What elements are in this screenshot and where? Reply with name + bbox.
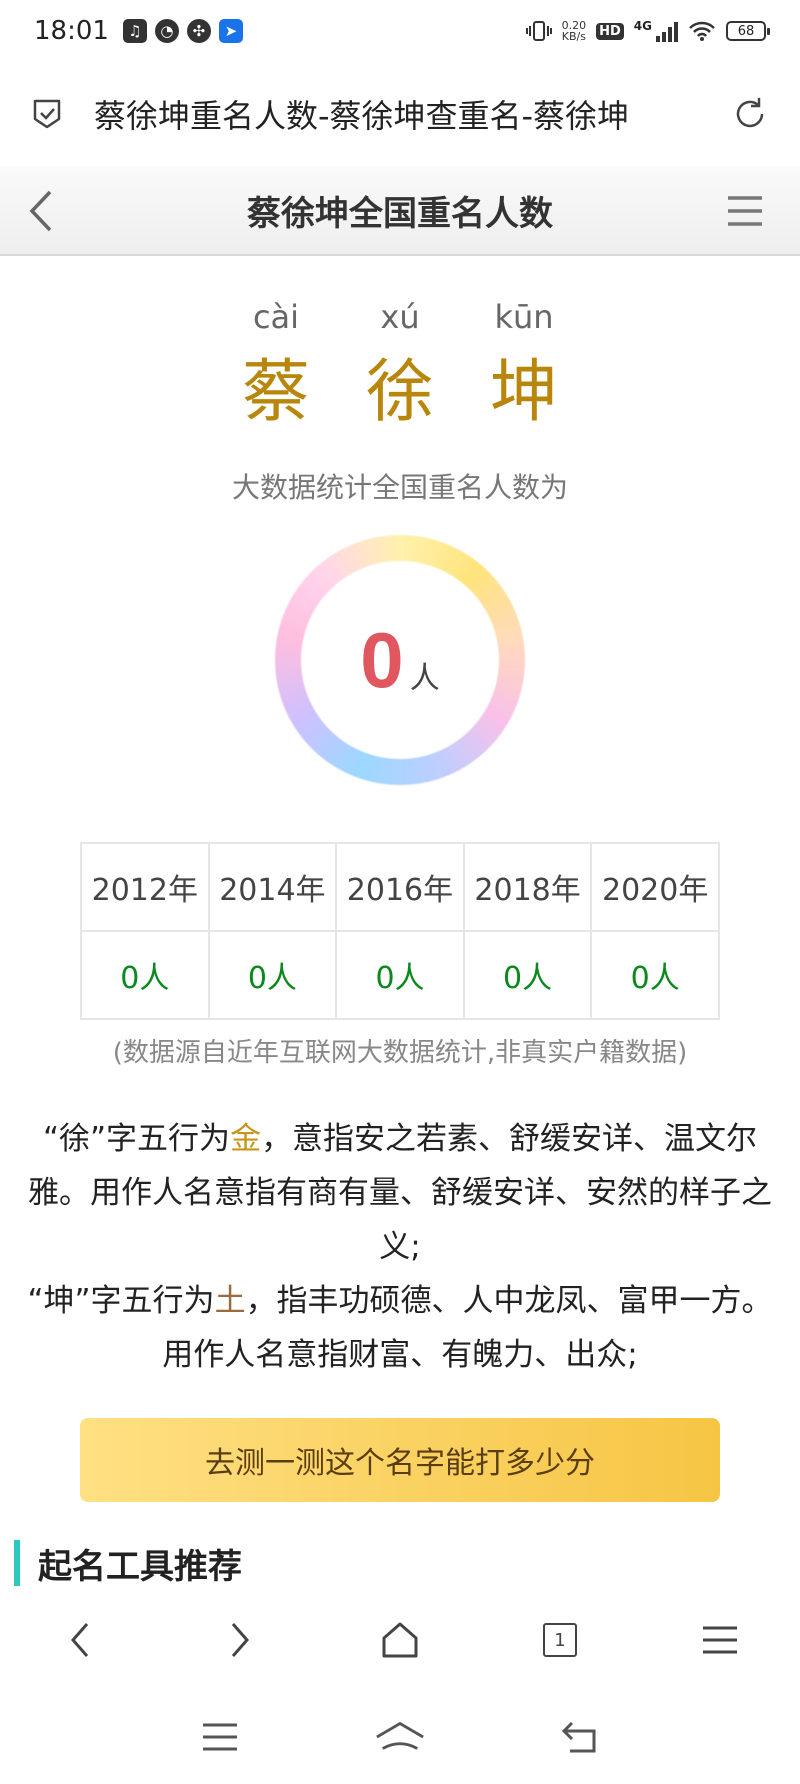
network-type: 4G (633, 19, 652, 33)
year-count-cell: 0人 (80, 930, 210, 1020)
browser-forward-button[interactable] (214, 1614, 266, 1666)
data-source-note: (数据源自近年互联网大数据统计,非真实户籍数据) (112, 1038, 688, 1068)
count-row: 0人 0人 0人 0人 0人 (80, 930, 720, 1020)
network-speed-unit: KB/s (561, 30, 586, 43)
compass-icon: ◔ (154, 19, 179, 43)
browser-menu-button[interactable] (694, 1614, 746, 1666)
status-icons: 0.20 KB/s HD 4G 68 (525, 19, 770, 43)
hanzi-xu: 徐 (365, 353, 434, 432)
duplicate-count: 0 (360, 615, 404, 704)
name-score-button[interactable]: 去测一测这个名字能打多少分 (80, 1418, 720, 1502)
pinyin-xu: xú (380, 298, 420, 336)
browser-toolbar: 1 (0, 1600, 800, 1680)
reload-icon[interactable] (730, 94, 770, 134)
page-url-title[interactable]: 蔡徐坤重名人数-蔡徐坤查重名-蔡徐坤 (94, 91, 694, 137)
clock: 18:01 (34, 16, 109, 46)
shield-check-icon[interactable] (30, 97, 64, 131)
description-xu: “徐”字五行为金，意指安之若素、舒缓安详、温文尔雅。用作人名意指有商有量、舒缓安… (26, 1112, 774, 1274)
system-home-button[interactable] (375, 1712, 425, 1762)
year-cell: 2020年 (590, 842, 720, 932)
year-count-cell: 0人 (335, 930, 465, 1020)
hd-badge: HD (596, 22, 624, 40)
pinyin-kun: kūn (494, 298, 554, 336)
pinyin-cai: cài (252, 298, 300, 336)
hamburger-icon (703, 1626, 737, 1654)
menu-icon[interactable] (726, 194, 764, 228)
browser-tabs-button[interactable]: 1 (534, 1614, 586, 1666)
tab-count: 1 (543, 1623, 577, 1657)
hanzi-kun: 坤 (489, 353, 558, 432)
year-cell: 2018年 (462, 842, 593, 932)
system-navigation-bar (0, 1690, 800, 1784)
home-outline-icon (376, 1721, 424, 1750)
app-notification-icon: ➤ (218, 19, 243, 43)
kun-meaning: ，指丰功硕德、人中龙凤、富甲一方。用作人名意指财富、有魄力、出众; (162, 1283, 773, 1373)
year-row: 2012年 2014年 2016年 2018年 2020年 (80, 842, 720, 932)
browser-home-button[interactable] (374, 1614, 426, 1666)
stat-caption: 大数据统计全国重名人数为 (231, 471, 568, 504)
browser-back-button[interactable] (54, 1614, 106, 1666)
hanzi-cai: 蔡 (241, 353, 310, 432)
name-pinyin-row: cài xú kūn (0, 298, 800, 336)
section-title-naming-tools: 起名工具推荐 (14, 1540, 242, 1587)
return-icon (561, 1721, 596, 1753)
year-count-cell: 0人 (207, 930, 338, 1020)
name-description: “徐”字五行为金，意指安之若素、舒缓安详、温文尔雅。用作人名意指有商有量、舒缓安… (26, 1112, 774, 1382)
recent-apps-button[interactable] (195, 1712, 245, 1762)
signal-icon (656, 20, 678, 42)
year-count-table: 2012年 2014年 2016年 2018年 2020年 0人 0人 0人 0… (80, 842, 720, 1020)
year-cell: 2014年 (207, 842, 338, 932)
count-ring: 0 人 (268, 528, 532, 792)
year-cell: 2016年 (335, 842, 465, 932)
status-bar: 18:01 ♫ ◔ ✣ ➤ 0.20 KB/s HD 4G 68 (0, 0, 800, 62)
kun-prefix: “坤”字五行为 (27, 1283, 215, 1319)
browser-address-bar[interactable]: 蔡徐坤重名人数-蔡徐坤查重名-蔡徐坤 (0, 62, 800, 166)
network-speed: 0.20 KB/s (562, 20, 587, 42)
year-count-cell: 0人 (462, 930, 593, 1020)
system-back-button[interactable] (555, 1712, 605, 1762)
description-kun: “坤”字五行为土，指丰功硕德、人中龙凤、富甲一方。用作人名意指财富、有魄力、出众… (26, 1274, 774, 1382)
page-title: 蔡徐坤全国重名人数 (247, 193, 553, 234)
recents-icon (203, 1723, 237, 1751)
count-display: 0 人 (268, 528, 532, 792)
pinwheel-icon: ✣ (186, 19, 211, 43)
notification-icons: ♫ ◔ ✣ ➤ (122, 19, 243, 43)
battery-level: 68 (737, 23, 755, 39)
back-arrow-icon[interactable] (26, 188, 56, 234)
element-tu: 土 (214, 1283, 246, 1319)
chevron-right-icon (231, 1623, 249, 1657)
music-icon: ♫ (122, 19, 147, 43)
wifi-icon (689, 21, 715, 41)
count-unit: 人 (409, 661, 440, 696)
xu-prefix: “徐”字五行为 (42, 1121, 231, 1157)
vibrate-icon (525, 21, 552, 41)
name-characters-row: 蔡 徐 坤 (0, 336, 800, 435)
chevron-left-icon (71, 1623, 89, 1657)
battery-icon: 68 (726, 21, 770, 41)
home-icon (382, 1622, 418, 1658)
element-jin: 金 (230, 1121, 262, 1157)
year-cell: 2012年 (80, 842, 210, 932)
year-count-cell: 0人 (590, 930, 720, 1020)
page-header: 蔡徐坤全国重名人数 (0, 166, 800, 256)
